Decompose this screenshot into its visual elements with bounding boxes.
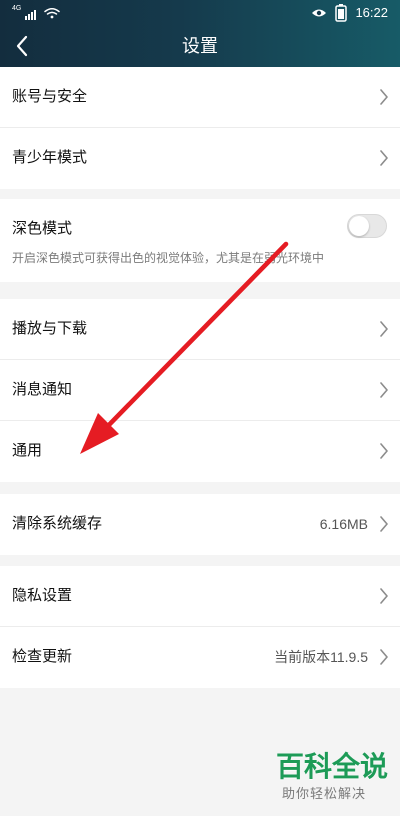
battery-icon — [335, 4, 348, 22]
watermark-subtext: 助你轻松解决 — [282, 786, 367, 801]
chevron-right-icon — [380, 321, 388, 337]
cache-section: 清除系统缓存 6.16MB — [0, 494, 400, 555]
status-bar-left: 4G — [12, 5, 60, 20]
current-version-value: 当前版本11.9.5 — [274, 649, 368, 665]
dark-mode-title: 深色模式 — [12, 220, 73, 237]
wifi-icon — [44, 8, 60, 19]
toggle-knob — [349, 216, 369, 236]
dark-mode-row: 深色模式 开启深色模式可获得出色的视觉体验，尤其是在弱光环境中 — [0, 199, 400, 282]
clear-cache-row[interactable]: 清除系统缓存 6.16MB — [0, 494, 400, 555]
chevron-right-icon — [380, 150, 388, 166]
dark-mode-toggle[interactable] — [347, 214, 387, 238]
page-title: 设置 — [182, 36, 218, 56]
notifications-label: 消息通知 — [12, 381, 73, 398]
dark-mode-description: 开启深色模式可获得出色的视觉体验，尤其是在弱光环境中 — [12, 251, 325, 265]
privacy-settings-label: 隐私设置 — [12, 587, 73, 604]
general-row[interactable]: 通用 — [0, 421, 400, 482]
chevron-right-icon — [380, 443, 388, 459]
chevron-right-icon — [380, 382, 388, 398]
dark-mode-section: 深色模式 开启深色模式可获得出色的视觉体验，尤其是在弱光环境中 — [0, 199, 400, 282]
general-label: 通用 — [12, 442, 43, 459]
notifications-row[interactable]: 消息通知 — [0, 360, 400, 421]
top-app-bar: 4G 16:22 设置 — [0, 0, 400, 67]
chevron-right-icon — [380, 89, 388, 105]
status-bar-right: 16:22 — [311, 4, 388, 22]
youth-mode-row[interactable]: 青少年模式 — [0, 128, 400, 189]
status-bar: 4G 16:22 — [0, 0, 400, 26]
media-section: 播放与下载 消息通知 通用 — [0, 299, 400, 482]
status-time: 16:22 — [355, 5, 388, 20]
clear-cache-label: 清除系统缓存 — [12, 515, 103, 532]
settings-header: 设置 — [0, 26, 400, 67]
account-security-row[interactable]: 账号与安全 — [0, 67, 400, 128]
signal-icon: 4G — [12, 5, 36, 20]
privacy-settings-row[interactable]: 隐私设置 — [0, 566, 400, 627]
privacy-update-section: 隐私设置 检查更新 当前版本11.9.5 — [0, 566, 400, 688]
chevron-right-icon — [380, 516, 388, 532]
watermark-main-text: 百科全说 — [276, 751, 389, 782]
eye-icon — [312, 9, 327, 17]
account-security-label: 账号与安全 — [12, 88, 88, 105]
account-section: 账号与安全 青少年模式 — [0, 67, 400, 189]
cache-size-value: 6.16MB — [319, 516, 368, 532]
check-update-label: 检查更新 — [12, 648, 73, 665]
signal-bars — [25, 10, 36, 20]
chevron-right-icon — [380, 588, 388, 604]
play-download-row[interactable]: 播放与下载 — [0, 299, 400, 360]
watermark: 百科全说 助你轻松解决 — [272, 752, 392, 810]
chevron-right-icon — [380, 649, 388, 665]
signal-network-label: 4G — [12, 5, 22, 12]
check-update-row[interactable]: 检查更新 当前版本11.9.5 — [0, 627, 400, 688]
play-download-label: 播放与下载 — [12, 320, 88, 337]
youth-mode-label: 青少年模式 — [12, 149, 88, 166]
